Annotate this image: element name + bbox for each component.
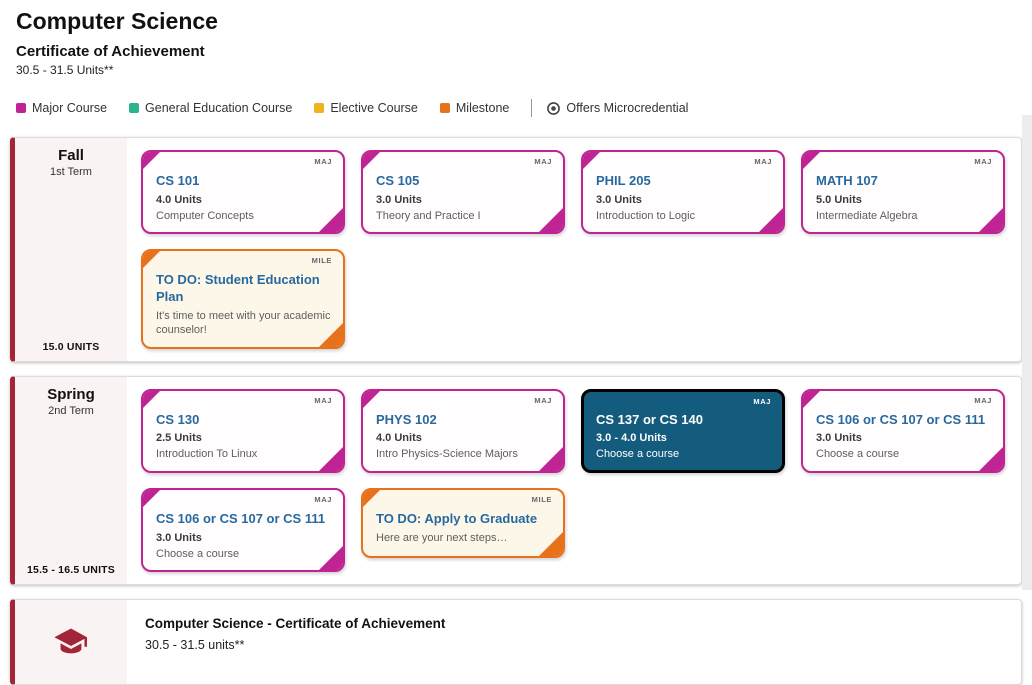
course-desc: Intermediate Algebra xyxy=(816,209,991,223)
legend-item: Major Course xyxy=(16,101,107,115)
term-header: Spring 2nd Term 15.5 - 16.5 UNITS xyxy=(15,377,127,584)
course-card[interactable]: MAJ CS 106 or CS 107 or CS 111 3.0 Units… xyxy=(141,488,345,572)
card-type-badge: MAJ xyxy=(314,495,332,504)
card-type-badge: MAJ xyxy=(753,397,771,406)
page-title: Computer Science xyxy=(16,8,1016,35)
term-ordinal: 1st Term xyxy=(15,166,127,178)
term-ordinal: 2nd Term xyxy=(15,405,127,417)
term-panel: Spring 2nd Term 15.5 - 16.5 UNITS MAJ CS… xyxy=(10,376,1022,585)
course-units: 2.5 Units xyxy=(156,432,331,444)
card-type-badge: MAJ xyxy=(534,157,552,166)
course-desc: Theory and Practice I xyxy=(376,209,551,223)
legend-microcredential: Offers Microcredential xyxy=(546,101,688,116)
course-units: 3.0 Units xyxy=(156,532,331,544)
program-summary-icon-area xyxy=(15,600,127,684)
course-card[interactable]: MAJ CS 101 4.0 Units Computer Concepts xyxy=(141,150,345,234)
microcredential-icon xyxy=(546,101,561,116)
legend-swatch-icon xyxy=(440,103,450,113)
course-title: PHIL 205 xyxy=(596,173,771,190)
legend-item-label: Elective Course xyxy=(330,101,418,115)
course-card[interactable]: MAJ PHIL 205 3.0 Units Introduction to L… xyxy=(581,150,785,234)
term-courses: MAJ CS 101 4.0 Units Computer Concepts M… xyxy=(127,138,1021,361)
course-desc: Computer Concepts xyxy=(156,209,331,223)
legend-divider xyxy=(531,99,532,117)
card-type-badge: MAJ xyxy=(974,396,992,405)
course-card[interactable]: MAJ PHYS 102 4.0 Units Intro Physics-Sci… xyxy=(361,389,565,473)
term-units-total: 15.5 - 16.5 UNITS xyxy=(15,564,127,576)
legend-items: Major Course General Education Course El… xyxy=(16,101,531,115)
legend-item: Milestone xyxy=(440,101,510,115)
course-title: MATH 107 xyxy=(816,173,991,190)
course-desc: Introduction to Logic xyxy=(596,209,771,223)
course-units: 4.0 Units xyxy=(156,194,331,206)
program-summary-panel: Computer Science - Certificate of Achiev… xyxy=(10,599,1022,685)
course-title: TO DO: Student Education Plan xyxy=(156,272,331,306)
card-type-badge: MAJ xyxy=(754,157,772,166)
course-units: 3.0 Units xyxy=(816,432,991,444)
course-desc: Choose a course xyxy=(156,547,331,561)
legend-swatch-icon xyxy=(129,103,139,113)
course-title: CS 105 xyxy=(376,173,551,190)
program-summary: Computer Science - Certificate of Achiev… xyxy=(127,600,1021,684)
course-desc: Choose a course xyxy=(816,447,991,461)
legend: Major Course General Education Course El… xyxy=(16,99,1016,117)
legend-item-label: Major Course xyxy=(32,101,107,115)
course-desc: Choose a course xyxy=(596,447,771,461)
course-title: CS 106 or CS 107 or CS 111 xyxy=(156,511,331,528)
card-type-badge: MAJ xyxy=(314,396,332,405)
legend-swatch-icon xyxy=(314,103,324,113)
course-title: PHYS 102 xyxy=(376,412,551,429)
course-title: CS 106 or CS 107 or CS 111 xyxy=(816,412,991,429)
course-card[interactable]: MAJ MATH 107 5.0 Units Intermediate Alge… xyxy=(801,150,1005,234)
course-units: 3.0 Units xyxy=(596,194,771,206)
card-type-badge: MILE xyxy=(312,256,332,265)
course-units: 5.0 Units xyxy=(816,194,991,206)
card-type-badge: MAJ xyxy=(974,157,992,166)
term-list: Fall 1st Term 15.0 UNITS MAJ CS 101 4.0 … xyxy=(0,137,1032,585)
milestone-card[interactable]: MILE TO DO: Student Education Plan It's … xyxy=(141,249,345,348)
course-title: CS 130 xyxy=(156,412,331,429)
legend-item: Elective Course xyxy=(314,101,418,115)
term-units-total: 15.0 UNITS xyxy=(15,341,127,353)
program-summary-title: Computer Science - Certificate of Achiev… xyxy=(145,616,1003,631)
term-name: Fall xyxy=(15,147,127,164)
course-title: CS 137 or CS 140 xyxy=(596,412,771,429)
course-desc: Introduction To Linux xyxy=(156,447,331,461)
card-type-badge: MAJ xyxy=(314,157,332,166)
course-card[interactable]: MAJ CS 106 or CS 107 or CS 111 3.0 Units… xyxy=(801,389,1005,473)
graduation-cap-icon xyxy=(52,623,90,661)
course-card[interactable]: MAJ CS 137 or CS 140 3.0 - 4.0 Units Cho… xyxy=(581,389,785,473)
course-title: CS 101 xyxy=(156,173,331,190)
term-courses: MAJ CS 130 2.5 Units Introduction To Lin… xyxy=(127,377,1021,584)
course-desc: It's time to meet with your academic cou… xyxy=(156,309,331,338)
legend-item-label: Milestone xyxy=(456,101,510,115)
term-name: Spring xyxy=(15,386,127,403)
course-units: 3.0 - 4.0 Units xyxy=(596,432,771,444)
milestone-card[interactable]: MILE TO DO: Apply to Graduate Here are y… xyxy=(361,488,565,558)
course-units: 4.0 Units xyxy=(376,432,551,444)
page-scroll-gutter xyxy=(1022,115,1032,590)
term-panel: Fall 1st Term 15.0 UNITS MAJ CS 101 4.0 … xyxy=(10,137,1022,362)
program-subtitle: Certificate of Achievement xyxy=(16,43,1016,60)
program-units: 30.5 - 31.5 Units** xyxy=(16,63,1016,77)
legend-item-label: General Education Course xyxy=(145,101,292,115)
legend-item: General Education Course xyxy=(129,101,292,115)
course-card[interactable]: MAJ CS 105 3.0 Units Theory and Practice… xyxy=(361,150,565,234)
card-type-badge: MILE xyxy=(532,495,552,504)
course-title: TO DO: Apply to Graduate xyxy=(376,511,551,528)
card-type-badge: MAJ xyxy=(534,396,552,405)
term-header: Fall 1st Term 15.0 UNITS xyxy=(15,138,127,361)
course-desc: Intro Physics-Science Majors xyxy=(376,447,551,461)
course-units: 3.0 Units xyxy=(376,194,551,206)
course-card[interactable]: MAJ CS 130 2.5 Units Introduction To Lin… xyxy=(141,389,345,473)
legend-microcredential-label: Offers Microcredential xyxy=(566,101,688,115)
legend-swatch-icon xyxy=(16,103,26,113)
page-header: Computer Science Certificate of Achievem… xyxy=(0,0,1032,77)
course-desc: Here are your next steps… xyxy=(376,531,551,545)
program-summary-units: 30.5 - 31.5 units** xyxy=(145,638,1003,652)
